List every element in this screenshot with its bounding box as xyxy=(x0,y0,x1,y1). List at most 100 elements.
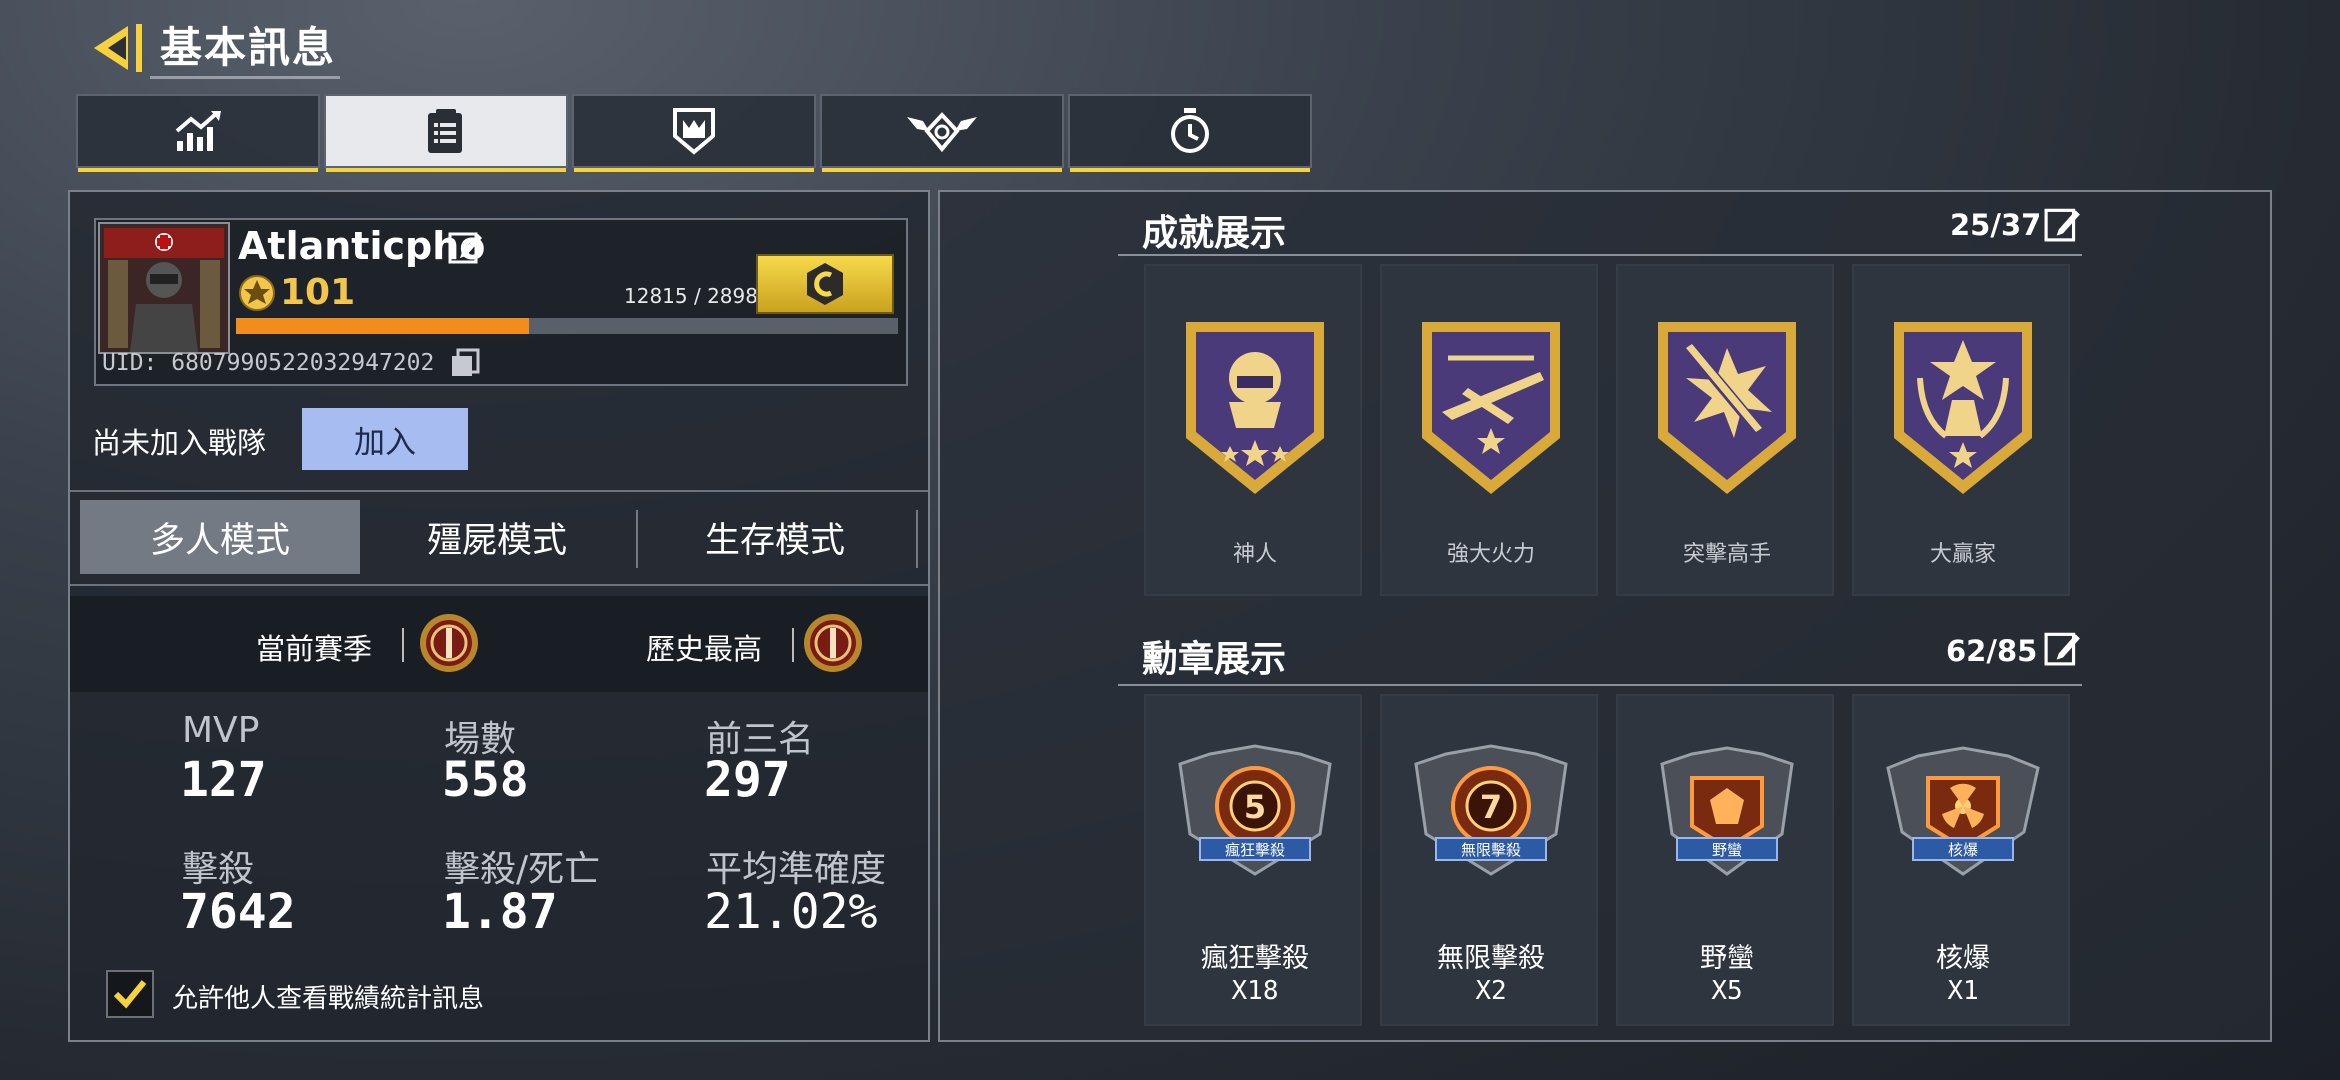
allow-stats-checkbox[interactable] xyxy=(106,970,154,1018)
avatar[interactable] xyxy=(98,222,230,354)
medal-count: X18 xyxy=(1231,976,1279,1006)
achievement-label: 神人 xyxy=(1232,542,1277,567)
medal-count: X5 xyxy=(1711,976,1743,1006)
edit-pencil-icon xyxy=(2044,632,2080,666)
medal-banner-text: 野蠻 xyxy=(1712,841,1742,859)
edit-pencil-icon xyxy=(448,232,482,264)
trophy-star-icon xyxy=(1894,322,2032,494)
achievement-label: 強大火力 xyxy=(1446,542,1535,567)
divider xyxy=(70,584,928,586)
divider xyxy=(792,628,794,662)
stat-value: 1.87 xyxy=(442,884,558,940)
tab-zombies[interactable]: 殭屍模式 xyxy=(362,500,632,574)
crazy-kill-medal-icon: 5 瘋狂擊殺 xyxy=(1178,744,1332,876)
edit-name-button[interactable] xyxy=(448,228,484,264)
emblem-number: 5 xyxy=(1244,788,1266,826)
tab-separator xyxy=(636,510,638,568)
c-badge-button[interactable] xyxy=(756,254,894,314)
achievement-card[interactable]: 強大火力 xyxy=(1380,264,1598,596)
medal-card[interactable]: 5 瘋狂擊殺 瘋狂擊殺 X18 xyxy=(1144,694,1362,1026)
rank-medal-icon xyxy=(804,614,862,672)
shield-badge-icon xyxy=(673,108,715,155)
medals-count: 62/85 xyxy=(1946,634,2038,668)
nuke-medal-icon: 核爆 xyxy=(1886,746,2040,876)
rank-medal-icon xyxy=(420,614,478,672)
skull-helmet-icon xyxy=(1186,322,1324,494)
achievement-label: 突擊高手 xyxy=(1682,542,1771,567)
achievement-card[interactable]: 神人 xyxy=(1144,264,1362,596)
stats-chart-icon xyxy=(175,111,221,151)
achievement-card[interactable]: 大贏家 xyxy=(1852,264,2070,596)
best-season-label: 歷史最高 xyxy=(646,632,763,666)
tab-survival[interactable]: 生存模式 xyxy=(640,500,910,574)
checkmark-icon xyxy=(113,980,147,1009)
tab-separator xyxy=(916,510,918,568)
tab-multiplayer[interactable]: 多人模式 xyxy=(80,500,360,574)
medal-count: X1 xyxy=(1947,976,1979,1006)
c-emblem-icon xyxy=(807,263,843,305)
back-button[interactable] xyxy=(88,22,150,74)
medal-label: 野蠻 xyxy=(1700,943,1754,974)
stat-value: 127 xyxy=(180,752,267,808)
edit-achievements-button[interactable] xyxy=(2044,204,2080,242)
stat-label: MVP xyxy=(182,710,260,751)
edit-pencil-icon xyxy=(2044,208,2080,242)
medal-banner-text: 核爆 xyxy=(1948,841,1978,859)
winged-emblem-icon xyxy=(907,112,977,153)
current-season-rank-button[interactable] xyxy=(418,612,480,674)
copy-icon xyxy=(452,348,480,376)
stat-value: 558 xyxy=(442,752,529,808)
showcase-panel xyxy=(938,190,2272,1042)
medal-card[interactable]: 野蠻 野蠻 X5 xyxy=(1616,694,1834,1026)
medal-count: X2 xyxy=(1475,976,1507,1006)
achievements-title: 成就展示 xyxy=(1142,213,1287,254)
copy-uid-button[interactable] xyxy=(450,348,482,382)
edit-medals-button[interactable] xyxy=(2044,628,2080,666)
join-clan-button[interactable]: 加入 xyxy=(302,408,468,470)
medal-banner-text: 無限擊殺 xyxy=(1461,841,1521,859)
xp-progress-bar xyxy=(236,318,898,334)
section-divider xyxy=(1118,684,2082,686)
rifle-burst-icon xyxy=(1658,322,1796,494)
tab-timer[interactable] xyxy=(1068,94,1312,172)
tab-stats[interactable] xyxy=(76,94,320,172)
current-season-label: 當前賽季 xyxy=(256,632,373,666)
back-arrow-icon xyxy=(94,24,142,72)
xp-progress-fill xyxy=(236,318,529,334)
achievements-count: 25/37 xyxy=(1950,208,2042,242)
clipboard-icon xyxy=(428,109,462,153)
stat-value: 7642 xyxy=(180,884,296,940)
season-row xyxy=(70,596,928,692)
emblem-number: 7 xyxy=(1480,788,1502,826)
stat-value: 297 xyxy=(704,752,791,808)
tab-badge[interactable] xyxy=(572,94,816,172)
savage-medal-icon: 野蠻 xyxy=(1660,746,1794,876)
endless-kill-medal-icon: 7 無限擊殺 xyxy=(1414,744,1568,876)
xp-text: 12815 / 28980 xyxy=(624,284,771,308)
medal-card[interactable]: 7 無限擊殺 無限擊殺 X2 xyxy=(1380,694,1598,1026)
divider xyxy=(402,628,404,662)
player-uid: UID: 6807990522032947202 xyxy=(102,350,435,376)
page-title: 基本訊息 xyxy=(160,23,337,72)
tab-profile[interactable] xyxy=(324,94,568,172)
best-rank-button[interactable] xyxy=(802,612,864,674)
achievement-label: 大贏家 xyxy=(1929,542,1996,567)
stopwatch-icon xyxy=(1171,108,1209,153)
title-underline xyxy=(150,76,340,79)
stat-value: 21.02% xyxy=(704,884,878,940)
divider xyxy=(70,490,928,492)
section-divider xyxy=(1118,254,2082,256)
soldier-portrait-icon xyxy=(100,224,228,352)
medal-label: 瘋狂擊殺 xyxy=(1201,943,1309,974)
medal-label: 無限擊殺 xyxy=(1437,943,1545,974)
aircraft-icon xyxy=(1422,322,1560,494)
clan-status-label: 尚未加入戰隊 xyxy=(92,426,267,460)
achievement-card[interactable]: 突擊高手 xyxy=(1616,264,1834,596)
allow-stats-label: 允許他人查看戰績統計訊息 xyxy=(172,984,485,1014)
medal-banner-text: 瘋狂擊殺 xyxy=(1225,841,1285,859)
player-level: 101 xyxy=(280,272,356,313)
tab-emblem[interactable] xyxy=(820,94,1064,172)
rank-star-icon xyxy=(238,274,276,312)
medal-card[interactable]: 核爆 核爆 X1 xyxy=(1852,694,2070,1026)
medals-title: 勳章展示 xyxy=(1142,639,1287,680)
